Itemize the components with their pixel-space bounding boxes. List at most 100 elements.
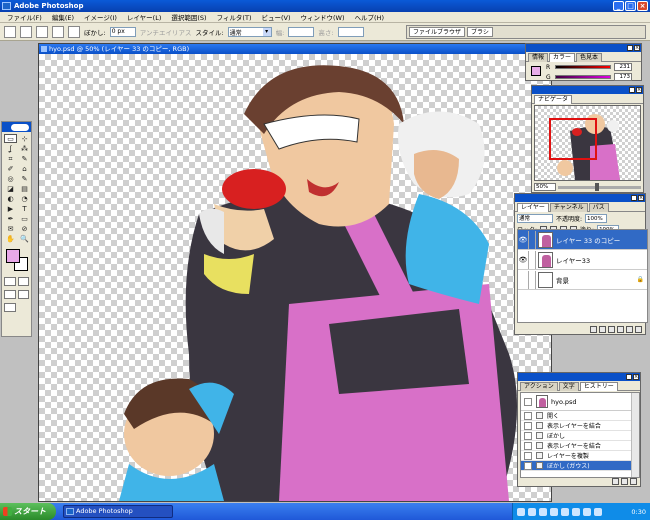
screen-mode-full-button[interactable] [17, 290, 29, 299]
pen-tool-icon[interactable]: ✒ [4, 214, 17, 223]
color-chip[interactable] [531, 66, 541, 76]
tab-paths[interactable]: パス [588, 203, 609, 212]
healing-brush-tool-icon[interactable]: ✐ [4, 164, 17, 173]
panel-minimize-icon[interactable]: _ [631, 195, 637, 201]
link-column[interactable] [528, 250, 536, 269]
crop-tool-icon[interactable]: ⌗ [4, 154, 17, 163]
tray-usb-icon[interactable] [583, 507, 591, 516]
link-column[interactable] [528, 230, 536, 249]
document-title-bar[interactable]: hyo.psd @ 50% (レイヤー 33 のコピー, RGB) [39, 44, 551, 54]
tab-character[interactable]: 文字 [558, 382, 579, 391]
navigator-zoom-thumb[interactable] [595, 182, 600, 191]
history-brush-source-icon[interactable] [524, 421, 532, 430]
history-step[interactable]: 表示レイヤーを結合 [521, 441, 639, 451]
marquee-tool-icon[interactable]: ▭ [4, 134, 17, 143]
history-brush-source-icon[interactable] [524, 411, 532, 420]
history-brush-tool-icon[interactable]: ✎ [18, 174, 31, 183]
eraser-tool-icon[interactable]: ◪ [4, 184, 17, 193]
height-input[interactable] [337, 26, 364, 37]
brush-tool-icon[interactable]: ⌂ [18, 164, 31, 173]
start-button[interactable]: スタート [0, 503, 56, 520]
history-panel-header[interactable]: _ × [518, 373, 640, 381]
tab-info[interactable]: 情報 [528, 53, 549, 62]
eyedropper-tool-icon[interactable]: ⊘ [18, 224, 31, 233]
clone-stamp-tool-icon[interactable]: ◎ [4, 174, 17, 183]
menu-select[interactable]: 選択範囲(S) [166, 12, 211, 22]
tray-volume-icon[interactable] [528, 507, 536, 516]
shape-tool-icon[interactable]: ▭ [18, 214, 31, 223]
history-brush-source-icon[interactable] [524, 461, 532, 470]
foreground-color-swatch[interactable] [6, 249, 20, 263]
adjustment-layer-icon[interactable] [617, 325, 624, 333]
close-button[interactable]: × [637, 1, 648, 11]
history-brush-source-icon[interactable] [524, 451, 532, 460]
style-select[interactable]: 通常 ▾ [227, 26, 272, 37]
menu-edit[interactable]: 編集(E) [47, 12, 79, 22]
type-tool-icon[interactable]: T [18, 204, 31, 213]
marquee-preset-icon[interactable] [4, 25, 16, 38]
eye-icon[interactable]: 👁 [518, 256, 528, 264]
document-window[interactable]: hyo.psd @ 50% (レイヤー 33 のコピー, RGB) [38, 43, 552, 502]
trash-icon[interactable] [635, 325, 642, 333]
tray-network-icon[interactable] [517, 507, 525, 516]
tab-navigator[interactable]: ナビゲータ [534, 95, 573, 104]
history-step[interactable]: 表示レイヤーを結合 [521, 421, 639, 431]
new-selection-icon[interactable] [20, 25, 32, 38]
panel-close-icon[interactable]: × [638, 195, 644, 201]
blur-tool-icon[interactable]: ◐ [4, 194, 17, 203]
path-selection-tool-icon[interactable]: ▶ [4, 204, 17, 213]
add-selection-icon[interactable] [36, 25, 48, 38]
menu-help[interactable]: ヘルプ(H) [350, 12, 389, 22]
blend-mode-select[interactable]: 通常 [517, 214, 553, 223]
canvas[interactable] [39, 54, 551, 501]
standard-mode-button[interactable] [4, 277, 16, 286]
history-step[interactable]: 開く [521, 411, 639, 421]
menu-layer[interactable]: レイヤー(L) [122, 12, 167, 22]
navigator-preview[interactable] [534, 105, 641, 181]
menu-window[interactable]: ウィンドウ(W) [296, 12, 350, 22]
panel-close-icon[interactable]: × [633, 374, 639, 380]
minimize-button[interactable]: _ [613, 1, 624, 11]
new-document-from-state-icon[interactable] [612, 477, 619, 485]
tab-actions[interactable]: アクション [520, 382, 558, 391]
slice-tool-icon[interactable]: ✎ [18, 154, 31, 163]
tab-channels[interactable]: チャンネル [549, 203, 588, 212]
navigator-view-box[interactable] [549, 118, 597, 160]
layer-set-icon[interactable] [608, 325, 615, 333]
jump-to-imageready-button[interactable] [4, 303, 16, 312]
width-input[interactable] [288, 26, 315, 37]
menu-file[interactable]: ファイル(F) [2, 12, 47, 22]
gradient-tool-icon[interactable]: ▤ [18, 184, 31, 193]
tray-security-icon[interactable] [539, 507, 547, 516]
move-tool-icon[interactable]: ⊹ [18, 134, 31, 143]
tab-layers[interactable]: レイヤー [517, 203, 549, 212]
maximize-button[interactable]: □ [625, 1, 636, 11]
tray-antivirus-icon[interactable] [594, 507, 602, 516]
antialias-checkbox[interactable]: アンチエイリアス [140, 27, 192, 37]
hand-tool-icon[interactable]: ✋ [4, 234, 17, 243]
magic-wand-tool-icon[interactable]: ⁂ [18, 144, 31, 153]
history-step[interactable]: ぼかし [521, 431, 639, 441]
lasso-tool-icon[interactable]: ʆ [4, 144, 17, 153]
tab-swatches[interactable]: 色見本 [576, 53, 603, 62]
opacity-input[interactable]: 100% [585, 214, 608, 223]
history-snapshot[interactable]: hyo.psd [521, 393, 639, 411]
channel-g-slider[interactable] [555, 75, 611, 79]
menu-view[interactable]: ビュー(V) [256, 12, 295, 22]
layer-row[interactable]: 👁 レイヤー33 [518, 250, 647, 270]
navigator-zoom-slider[interactable] [558, 182, 641, 191]
eye-icon[interactable]: 👁 [518, 236, 528, 244]
layer-row[interactable]: 👁 レイヤー 33 のコピー [518, 230, 647, 250]
new-snapshot-icon[interactable] [621, 477, 628, 485]
channel-r-slider[interactable] [555, 65, 611, 69]
history-step-current[interactable]: ぼかし (ガウス) [521, 461, 639, 471]
panel-close-icon[interactable]: × [636, 87, 642, 93]
dodge-tool-icon[interactable]: ◔ [18, 194, 31, 203]
panel-minimize-icon[interactable]: _ [627, 45, 633, 51]
subtract-selection-icon[interactable] [52, 25, 64, 38]
intersect-selection-icon[interactable] [68, 25, 80, 38]
feather-input[interactable]: 0 px [109, 26, 136, 37]
history-brush-source-icon[interactable] [524, 397, 532, 406]
tray-ime-icon[interactable] [572, 507, 580, 516]
tab-history[interactable]: ヒストリー [579, 382, 618, 391]
